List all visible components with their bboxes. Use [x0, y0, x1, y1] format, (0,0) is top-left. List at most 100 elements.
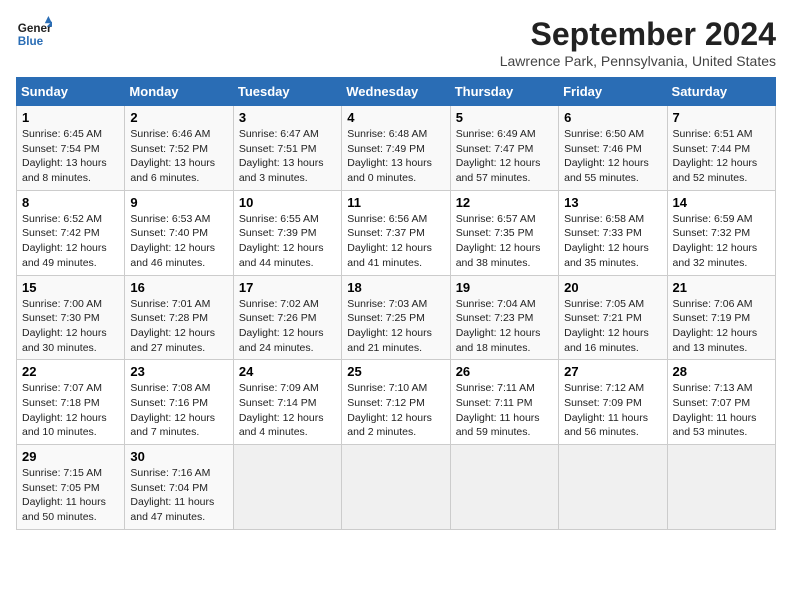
day-info: Sunrise: 7:08 AMSunset: 7:16 PMDaylight:…: [130, 382, 215, 438]
day-of-week-header: Saturday: [667, 78, 775, 106]
day-of-week-header: Thursday: [450, 78, 558, 106]
day-info: Sunrise: 7:16 AMSunset: 7:04 PMDaylight:…: [130, 467, 214, 523]
day-info: Sunrise: 6:52 AMSunset: 7:42 PMDaylight:…: [22, 213, 107, 269]
logo: General Blue: [16, 16, 52, 52]
day-number: 23: [130, 364, 227, 379]
calendar-cell: 25 Sunrise: 7:10 AMSunset: 7:12 PMDaylig…: [342, 360, 450, 445]
day-number: 22: [22, 364, 119, 379]
day-info: Sunrise: 6:57 AMSunset: 7:35 PMDaylight:…: [456, 213, 541, 269]
day-info: Sunrise: 7:00 AMSunset: 7:30 PMDaylight:…: [22, 298, 107, 354]
calendar: SundayMondayTuesdayWednesdayThursdayFrid…: [16, 77, 776, 530]
day-number: 5: [456, 110, 553, 125]
day-info: Sunrise: 7:13 AMSunset: 7:07 PMDaylight:…: [673, 382, 757, 438]
day-info: Sunrise: 7:06 AMSunset: 7:19 PMDaylight:…: [673, 298, 758, 354]
calendar-cell: 2 Sunrise: 6:46 AMSunset: 7:52 PMDayligh…: [125, 106, 233, 191]
day-info: Sunrise: 6:56 AMSunset: 7:37 PMDaylight:…: [347, 213, 432, 269]
title-area: September 2024 Lawrence Park, Pennsylvan…: [500, 16, 776, 69]
day-info: Sunrise: 6:45 AMSunset: 7:54 PMDaylight:…: [22, 128, 107, 184]
calendar-cell: 7 Sunrise: 6:51 AMSunset: 7:44 PMDayligh…: [667, 106, 775, 191]
day-number: 6: [564, 110, 661, 125]
day-info: Sunrise: 6:50 AMSunset: 7:46 PMDaylight:…: [564, 128, 649, 184]
calendar-cell: 30 Sunrise: 7:16 AMSunset: 7:04 PMDaylig…: [125, 445, 233, 530]
calendar-cell: 9 Sunrise: 6:53 AMSunset: 7:40 PMDayligh…: [125, 190, 233, 275]
day-number: 20: [564, 280, 661, 295]
day-of-week-header: Tuesday: [233, 78, 341, 106]
day-number: 17: [239, 280, 336, 295]
calendar-cell: 17 Sunrise: 7:02 AMSunset: 7:26 PMDaylig…: [233, 275, 341, 360]
calendar-cell: 13 Sunrise: 6:58 AMSunset: 7:33 PMDaylig…: [559, 190, 667, 275]
calendar-cell: 29 Sunrise: 7:15 AMSunset: 7:05 PMDaylig…: [17, 445, 125, 530]
day-info: Sunrise: 7:07 AMSunset: 7:18 PMDaylight:…: [22, 382, 107, 438]
day-number: 27: [564, 364, 661, 379]
day-of-week-header: Friday: [559, 78, 667, 106]
calendar-cell: [667, 445, 775, 530]
day-number: 21: [673, 280, 770, 295]
day-of-week-header: Monday: [125, 78, 233, 106]
svg-text:General: General: [18, 22, 52, 35]
calendar-cell: 20 Sunrise: 7:05 AMSunset: 7:21 PMDaylig…: [559, 275, 667, 360]
day-number: 13: [564, 195, 661, 210]
calendar-cell: 5 Sunrise: 6:49 AMSunset: 7:47 PMDayligh…: [450, 106, 558, 191]
day-number: 26: [456, 364, 553, 379]
day-number: 18: [347, 280, 444, 295]
day-info: Sunrise: 7:09 AMSunset: 7:14 PMDaylight:…: [239, 382, 324, 438]
calendar-cell: 19 Sunrise: 7:04 AMSunset: 7:23 PMDaylig…: [450, 275, 558, 360]
day-number: 11: [347, 195, 444, 210]
day-number: 4: [347, 110, 444, 125]
day-number: 24: [239, 364, 336, 379]
day-number: 15: [22, 280, 119, 295]
calendar-cell: 26 Sunrise: 7:11 AMSunset: 7:11 PMDaylig…: [450, 360, 558, 445]
day-number: 29: [22, 449, 119, 464]
day-number: 3: [239, 110, 336, 125]
day-number: 19: [456, 280, 553, 295]
day-info: Sunrise: 6:48 AMSunset: 7:49 PMDaylight:…: [347, 128, 432, 184]
day-info: Sunrise: 6:47 AMSunset: 7:51 PMDaylight:…: [239, 128, 324, 184]
calendar-cell: 18 Sunrise: 7:03 AMSunset: 7:25 PMDaylig…: [342, 275, 450, 360]
location: Lawrence Park, Pennsylvania, United Stat…: [500, 53, 776, 69]
calendar-cell: 8 Sunrise: 6:52 AMSunset: 7:42 PMDayligh…: [17, 190, 125, 275]
day-number: 10: [239, 195, 336, 210]
day-info: Sunrise: 7:03 AMSunset: 7:25 PMDaylight:…: [347, 298, 432, 354]
day-info: Sunrise: 6:46 AMSunset: 7:52 PMDaylight:…: [130, 128, 215, 184]
day-number: 8: [22, 195, 119, 210]
calendar-cell: [559, 445, 667, 530]
calendar-cell: 15 Sunrise: 7:00 AMSunset: 7:30 PMDaylig…: [17, 275, 125, 360]
calendar-cell: 12 Sunrise: 6:57 AMSunset: 7:35 PMDaylig…: [450, 190, 558, 275]
logo-icon: General Blue: [16, 16, 52, 52]
day-info: Sunrise: 7:05 AMSunset: 7:21 PMDaylight:…: [564, 298, 649, 354]
day-info: Sunrise: 7:12 AMSunset: 7:09 PMDaylight:…: [564, 382, 648, 438]
day-number: 12: [456, 195, 553, 210]
day-info: Sunrise: 6:51 AMSunset: 7:44 PMDaylight:…: [673, 128, 758, 184]
day-number: 14: [673, 195, 770, 210]
day-info: Sunrise: 7:15 AMSunset: 7:05 PMDaylight:…: [22, 467, 106, 523]
day-info: Sunrise: 6:53 AMSunset: 7:40 PMDaylight:…: [130, 213, 215, 269]
calendar-cell: 3 Sunrise: 6:47 AMSunset: 7:51 PMDayligh…: [233, 106, 341, 191]
calendar-cell: 11 Sunrise: 6:56 AMSunset: 7:37 PMDaylig…: [342, 190, 450, 275]
calendar-cell: 22 Sunrise: 7:07 AMSunset: 7:18 PMDaylig…: [17, 360, 125, 445]
day-info: Sunrise: 7:11 AMSunset: 7:11 PMDaylight:…: [456, 382, 540, 438]
day-number: 30: [130, 449, 227, 464]
calendar-cell: 23 Sunrise: 7:08 AMSunset: 7:16 PMDaylig…: [125, 360, 233, 445]
calendar-cell: 10 Sunrise: 6:55 AMSunset: 7:39 PMDaylig…: [233, 190, 341, 275]
day-info: Sunrise: 7:02 AMSunset: 7:26 PMDaylight:…: [239, 298, 324, 354]
day-number: 25: [347, 364, 444, 379]
day-number: 28: [673, 364, 770, 379]
calendar-cell: 24 Sunrise: 7:09 AMSunset: 7:14 PMDaylig…: [233, 360, 341, 445]
calendar-cell: 1 Sunrise: 6:45 AMSunset: 7:54 PMDayligh…: [17, 106, 125, 191]
calendar-cell: 16 Sunrise: 7:01 AMSunset: 7:28 PMDaylig…: [125, 275, 233, 360]
day-number: 2: [130, 110, 227, 125]
day-info: Sunrise: 7:04 AMSunset: 7:23 PMDaylight:…: [456, 298, 541, 354]
calendar-cell: 14 Sunrise: 6:59 AMSunset: 7:32 PMDaylig…: [667, 190, 775, 275]
day-number: 1: [22, 110, 119, 125]
day-info: Sunrise: 7:10 AMSunset: 7:12 PMDaylight:…: [347, 382, 432, 438]
calendar-cell: 21 Sunrise: 7:06 AMSunset: 7:19 PMDaylig…: [667, 275, 775, 360]
calendar-cell: [450, 445, 558, 530]
calendar-cell: [342, 445, 450, 530]
day-number: 16: [130, 280, 227, 295]
calendar-cell: 28 Sunrise: 7:13 AMSunset: 7:07 PMDaylig…: [667, 360, 775, 445]
calendar-cell: 27 Sunrise: 7:12 AMSunset: 7:09 PMDaylig…: [559, 360, 667, 445]
svg-text:Blue: Blue: [18, 35, 44, 48]
day-of-week-header: Wednesday: [342, 78, 450, 106]
day-of-week-header: Sunday: [17, 78, 125, 106]
day-info: Sunrise: 6:49 AMSunset: 7:47 PMDaylight:…: [456, 128, 541, 184]
